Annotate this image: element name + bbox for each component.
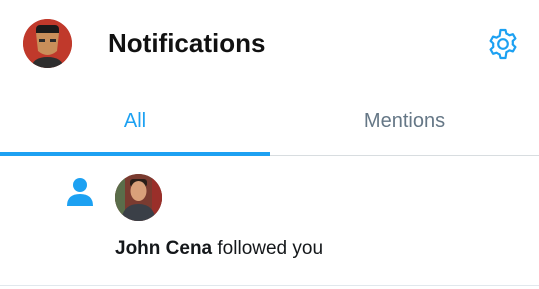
notification-text: John Cena followed you bbox=[115, 237, 323, 261]
gear-icon[interactable] bbox=[486, 27, 520, 61]
tab-mentions[interactable]: Mentions bbox=[270, 86, 539, 155]
notification-item[interactable]: John Cena followed you bbox=[0, 157, 539, 286]
person-icon bbox=[66, 177, 94, 207]
follower-avatar[interactable] bbox=[115, 174, 162, 221]
active-tab-indicator bbox=[0, 152, 270, 156]
tab-all[interactable]: All bbox=[0, 86, 270, 155]
profile-avatar[interactable] bbox=[23, 19, 72, 68]
notification-action: followed you bbox=[212, 238, 324, 259]
notification-tabs: All Mentions bbox=[0, 86, 539, 156]
tab-all-label: All bbox=[123, 110, 147, 132]
notification-user-name[interactable]: John Cena bbox=[115, 238, 212, 259]
tab-mentions-label: Mentions bbox=[363, 110, 446, 132]
app-header: Notifications bbox=[0, 0, 539, 86]
page-title: Notifications bbox=[108, 28, 266, 58]
